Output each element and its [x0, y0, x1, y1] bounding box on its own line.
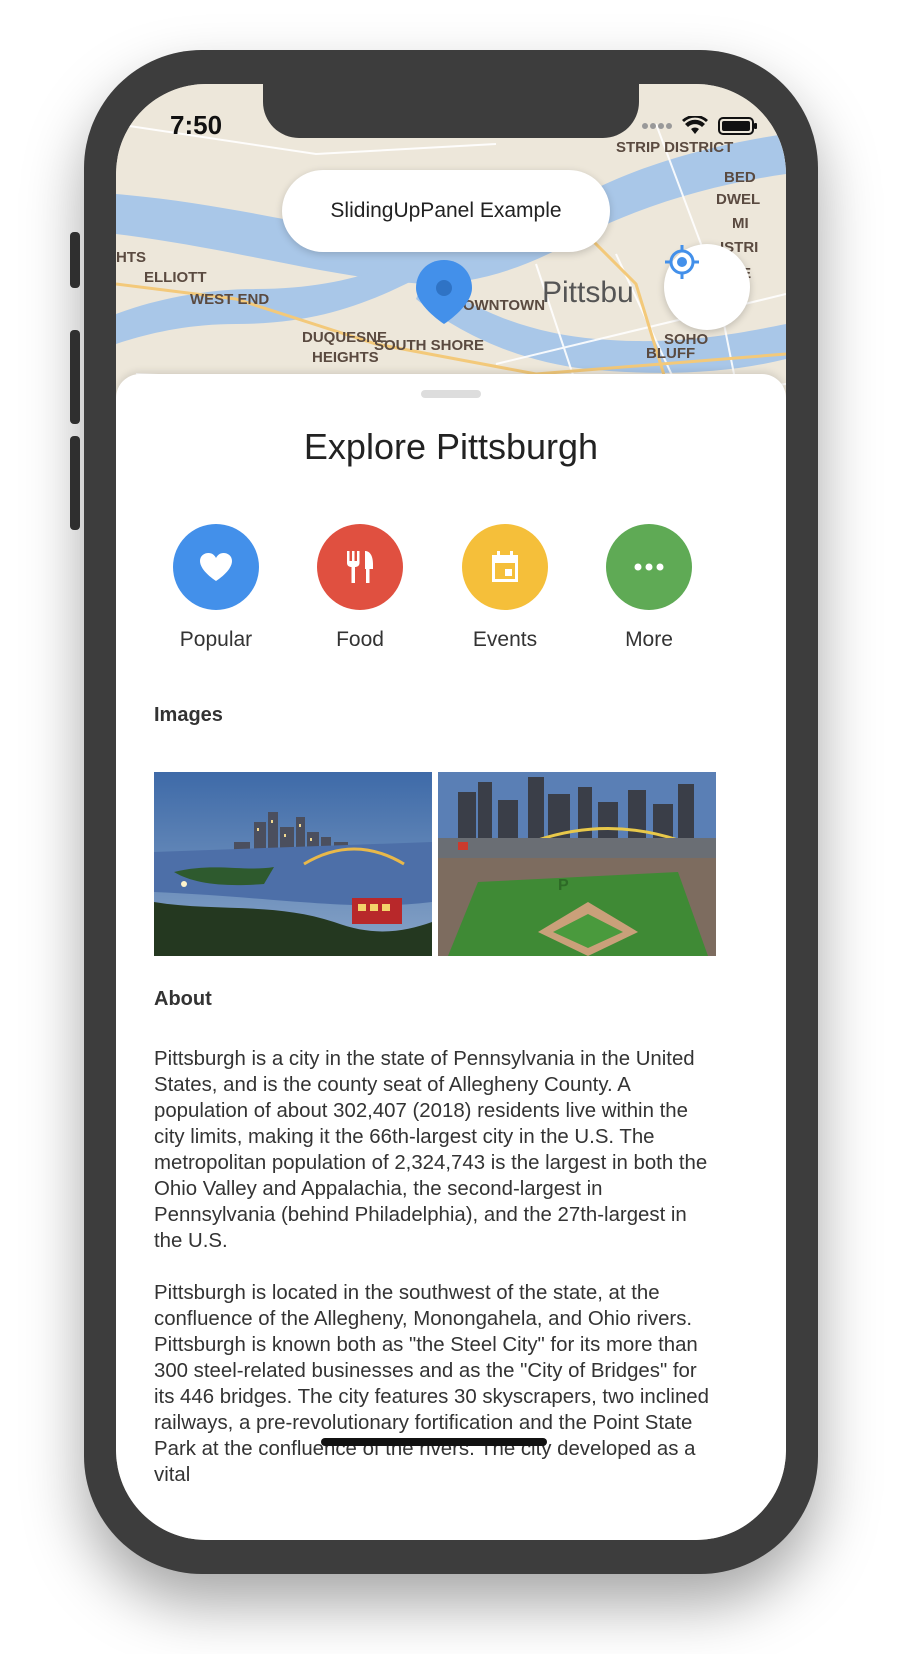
restaurant-icon — [347, 551, 373, 583]
my-location-button[interactable] — [664, 244, 750, 330]
drag-handle[interactable] — [421, 390, 481, 398]
app-title-pill: SlidingUpPanel Example — [282, 170, 610, 252]
volume-down-button — [70, 436, 80, 530]
about-paragraph-1: Pittsburgh is a city in the state of Pen… — [154, 1048, 708, 1252]
mute-switch — [70, 232, 80, 288]
about-paragraph-2: Pittsburgh is located in the southwest o… — [154, 1282, 709, 1486]
category-events-circle[interactable] — [462, 524, 548, 610]
my-location-icon — [665, 245, 699, 279]
pittsburgh-skyline-image[interactable] — [154, 772, 432, 956]
map-label-bed: BED — [724, 169, 756, 186]
wifi-icon — [682, 116, 708, 134]
category-more-circle[interactable] — [606, 524, 692, 610]
map-label-bluff: BLUFF — [646, 345, 695, 362]
image-row: P — [154, 772, 716, 956]
sliding-panel[interactable]: Explore Pittsburgh Popular Food Events M… — [116, 374, 786, 1540]
category-popular-circle[interactable] — [173, 524, 259, 610]
screen: ELLIOTT WEST END DOWNTOWN DUQUESNE HEIGH… — [116, 84, 786, 1540]
map-label-south-shore: SOUTH SHORE — [374, 337, 484, 354]
category-more[interactable]: More — [584, 524, 714, 652]
more-icon — [634, 563, 664, 571]
map-label-elliott: ELLIOTT — [144, 269, 207, 286]
calendar-icon — [492, 551, 518, 582]
map-label-pittsburgh: Pittsbu — [542, 276, 634, 309]
notch — [263, 84, 639, 138]
home-indicator[interactable] — [321, 1438, 547, 1446]
panel-title: Explore Pittsburgh — [303, 426, 599, 467]
pnc-park-image[interactable]: P — [438, 772, 716, 956]
category-popular-label: Popular — [179, 628, 253, 651]
category-events-label: Events — [472, 628, 538, 651]
images-heading: Images — [154, 704, 223, 726]
category-events[interactable]: Events — [440, 524, 570, 652]
category-row: Popular Food Events More — [116, 524, 786, 664]
category-food-circle[interactable] — [317, 524, 403, 610]
map-label-dwel: DWEL — [716, 191, 760, 208]
about-heading: About — [154, 988, 212, 1010]
category-popular[interactable]: Popular — [151, 524, 281, 652]
map-label-heights: HEIGHTS — [312, 349, 379, 366]
status-icons — [642, 116, 758, 136]
battery-icon — [718, 117, 757, 135]
map-label-west-end: WEST END — [190, 291, 269, 308]
category-food-label: Food — [336, 628, 384, 651]
map-label-mi: MI — [732, 215, 749, 232]
category-food[interactable]: Food — [295, 524, 425, 652]
map-label-strip-district: STRIP DISTRICT — [616, 139, 733, 156]
signal-dots-icon — [642, 123, 672, 129]
volume-up-button — [70, 330, 80, 424]
svg-text:P: P — [558, 877, 569, 894]
heart-icon — [200, 553, 232, 581]
category-more-label: More — [625, 628, 673, 651]
map-label-hts: HTS — [116, 249, 146, 266]
status-time: 7:50 — [170, 110, 223, 140]
